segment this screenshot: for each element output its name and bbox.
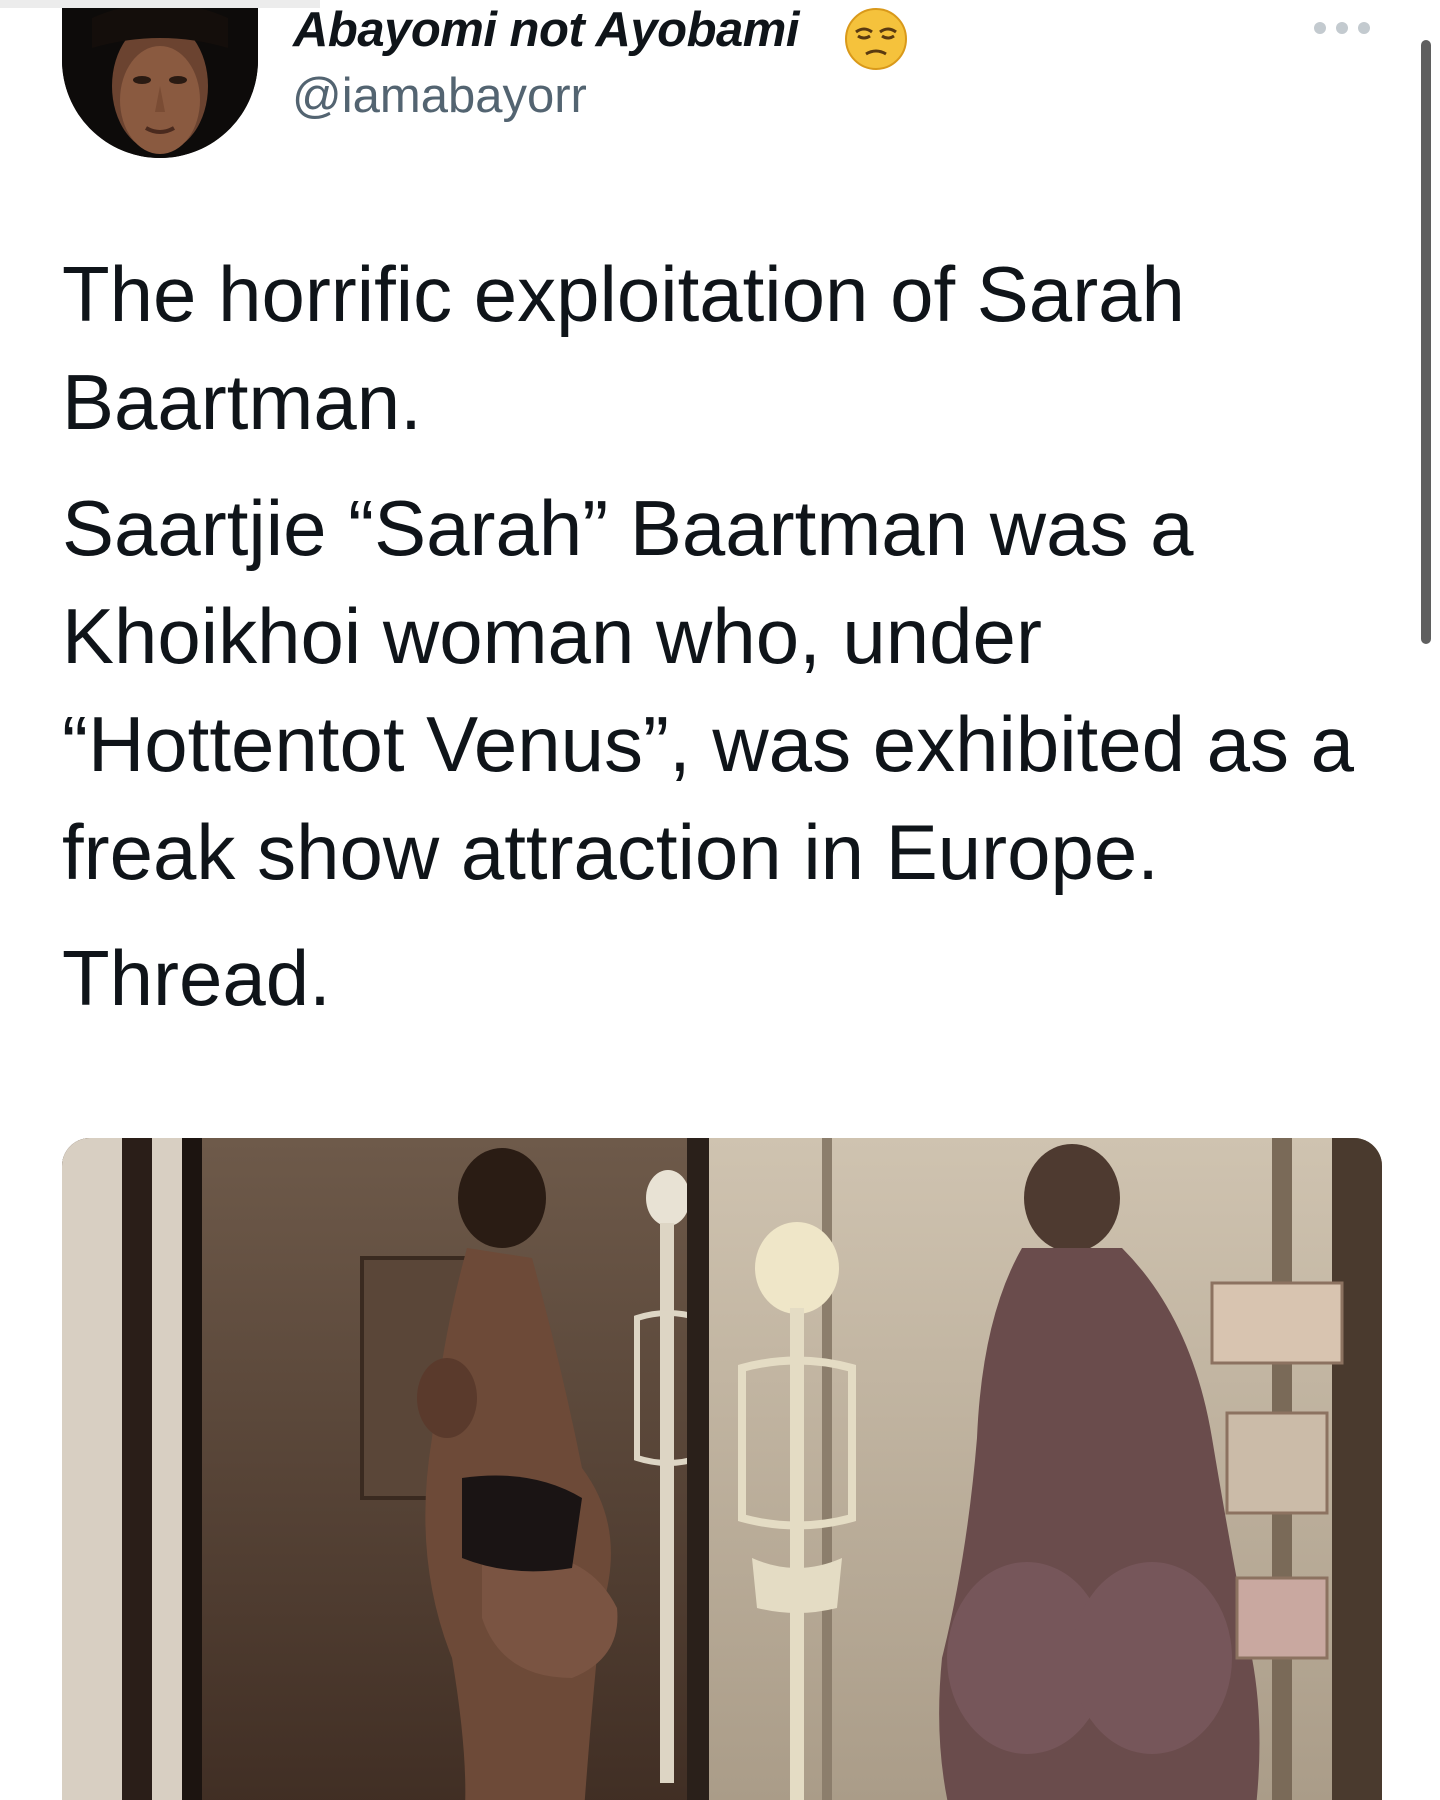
avatar-photo (62, 8, 258, 158)
tweet-media-photo[interactable] (62, 1138, 1382, 1800)
avatar[interactable] (62, 8, 258, 158)
tweet-paragraph: The horrific exploitation of Sarah Baart… (62, 250, 1185, 446)
media-image (62, 1138, 1382, 1800)
tweet-text: The horrific exploitation of Sarah Baart… (62, 240, 1392, 1050)
more-options-button[interactable] (1300, 10, 1384, 46)
right-panel (687, 1138, 1382, 1800)
left-panel (62, 1138, 702, 1800)
tweet-paragraph: Saartjie “Sarah” Baartman was a Khoikhoi… (62, 484, 1355, 896)
more-options-icon-dot (1336, 22, 1348, 34)
more-options-icon-dot (1358, 22, 1370, 34)
user-handle[interactable]: @iamabayorr (292, 68, 587, 124)
unamused-face-emoji (845, 8, 907, 70)
tweet-paragraph: Thread. (62, 934, 331, 1022)
scrollbar-thumb[interactable] (1421, 40, 1431, 644)
top-divider (0, 0, 320, 8)
more-options-icon (1314, 22, 1326, 34)
display-name[interactable]: Abayomi not Ayobami (293, 2, 799, 58)
tweet-screenshot: Abayomi not Ayobami @iamabayorr The horr… (0, 0, 1440, 1800)
